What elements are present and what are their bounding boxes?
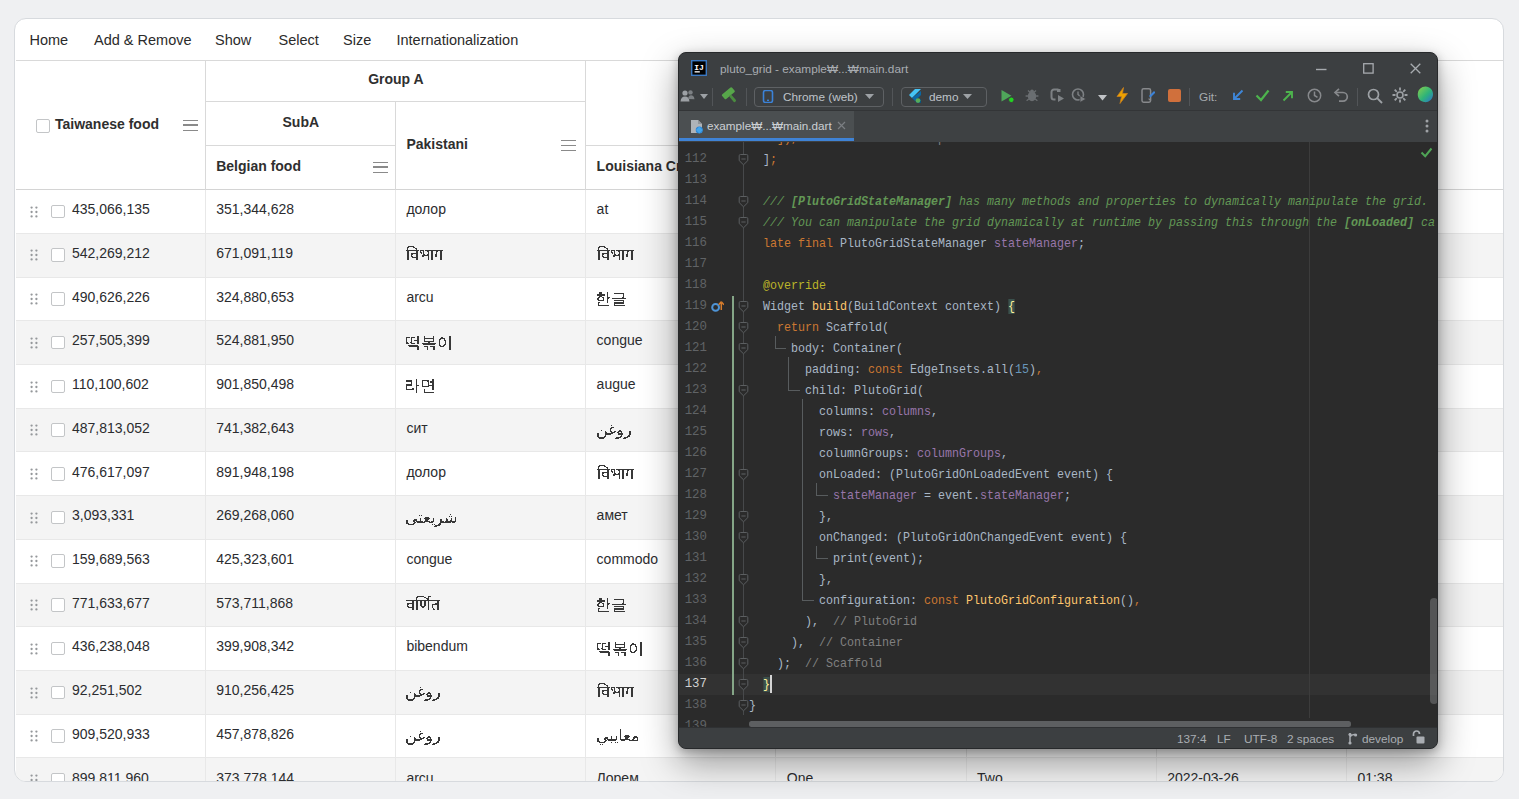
svg-text:IJ: IJ: [694, 63, 704, 72]
